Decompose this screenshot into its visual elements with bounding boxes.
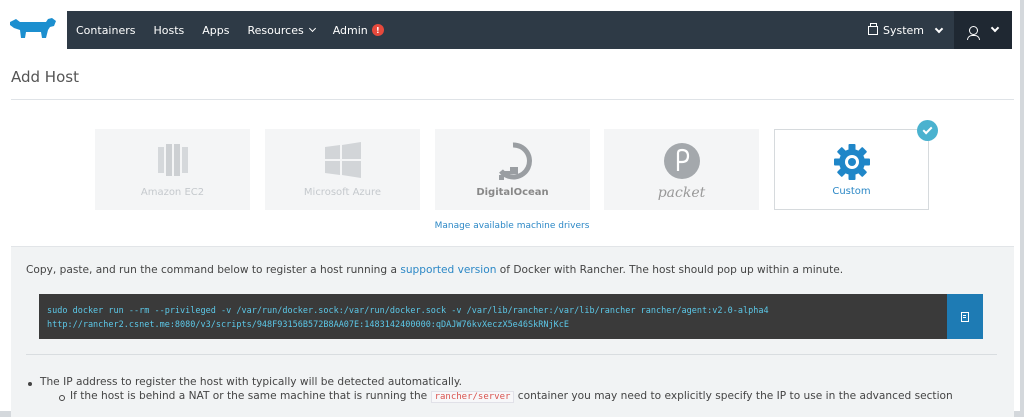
digitalocean-icon [498,142,532,180]
chevron-down-icon [934,24,944,33]
briefcase-icon [867,22,878,35]
nav-hosts[interactable]: Hosts [145,11,194,49]
page-title: Add Host [11,68,79,86]
driver-packet[interactable]: packet [604,129,759,210]
nav-containers[interactable]: Containers [67,11,145,49]
driver-label: Amazon EC2 [140,187,205,198]
inline-code: rancher/server [430,391,515,403]
title-divider [11,99,1014,100]
user-icon [966,25,980,40]
driver-label: packet [657,185,706,201]
nav-apps[interactable]: Apps [193,11,238,49]
microsoft-azure-icon [324,142,361,178]
alert-badge: ! [371,24,384,36]
driver-amazon-ec2[interactable]: Amazon EC2 [95,129,250,210]
nav-resources[interactable]: Resources [239,11,324,49]
instructions-text: Copy, paste, and run the command below t… [26,264,844,276]
notes-list: The IP address to register the host with… [28,376,953,403]
registration-command[interactable]: sudo docker run --rm --privileged -v /va… [39,294,948,339]
manage-drivers-link[interactable]: Manage available machine drivers [0,221,1024,231]
gear-icon [833,144,870,180]
packet-icon [663,143,700,179]
driver-digitalocean[interactable]: DigitalOcean [435,129,590,210]
driver-label: Microsoft Azure [303,187,382,198]
supported-version-link[interactable]: supported version [400,264,496,276]
user-menu[interactable] [954,11,1012,49]
driver-microsoft-azure[interactable]: Microsoft Azure [265,129,420,210]
section-divider [26,354,997,355]
selected-check-icon [917,120,938,141]
clipboard-icon [961,311,969,322]
list-item: The IP address to register the host with… [28,376,953,388]
list-item: If the host is behind a NAT or the same … [59,390,953,403]
app-window: Containers Hosts Apps Resources Admin! S… [0,0,1024,417]
chevron-down-icon [308,24,316,33]
amazon-ec2-icon [157,144,188,176]
driver-label: Custom [832,186,871,197]
rancher-logo-icon[interactable] [8,16,58,42]
environment-name: System [882,23,924,37]
environment-switcher[interactable]: System [867,22,954,37]
driver-custom[interactable]: Custom [774,129,929,210]
nav-admin[interactable]: Admin! [324,11,393,49]
top-nav: Containers Hosts Apps Resources Admin! S… [67,11,954,49]
chevron-down-icon [990,23,999,33]
copy-button[interactable] [947,294,983,339]
driver-label: DigitalOcean [476,187,549,198]
